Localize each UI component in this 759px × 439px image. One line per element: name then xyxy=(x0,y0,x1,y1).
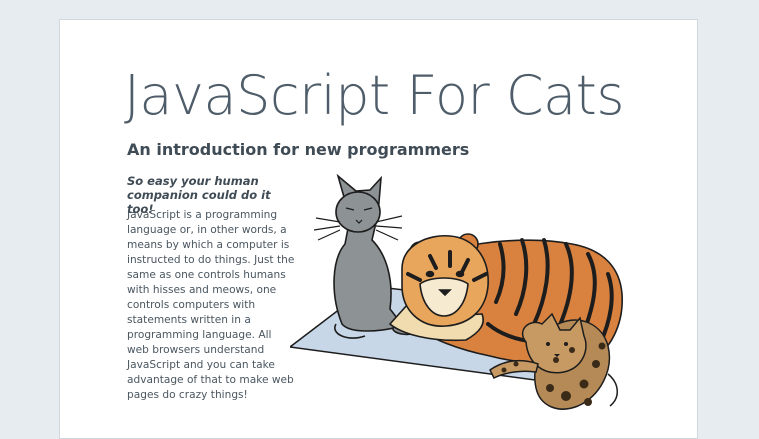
page-title: JavaScript For Cats xyxy=(124,64,625,127)
intro-paragraph: JavaScript is a programming language or,… xyxy=(127,209,295,401)
page-card: JavaScript For Cats An introduction for … xyxy=(59,19,698,439)
page-subtitle: An introduction for new programmers xyxy=(127,140,470,159)
cats-illustration xyxy=(290,174,623,410)
